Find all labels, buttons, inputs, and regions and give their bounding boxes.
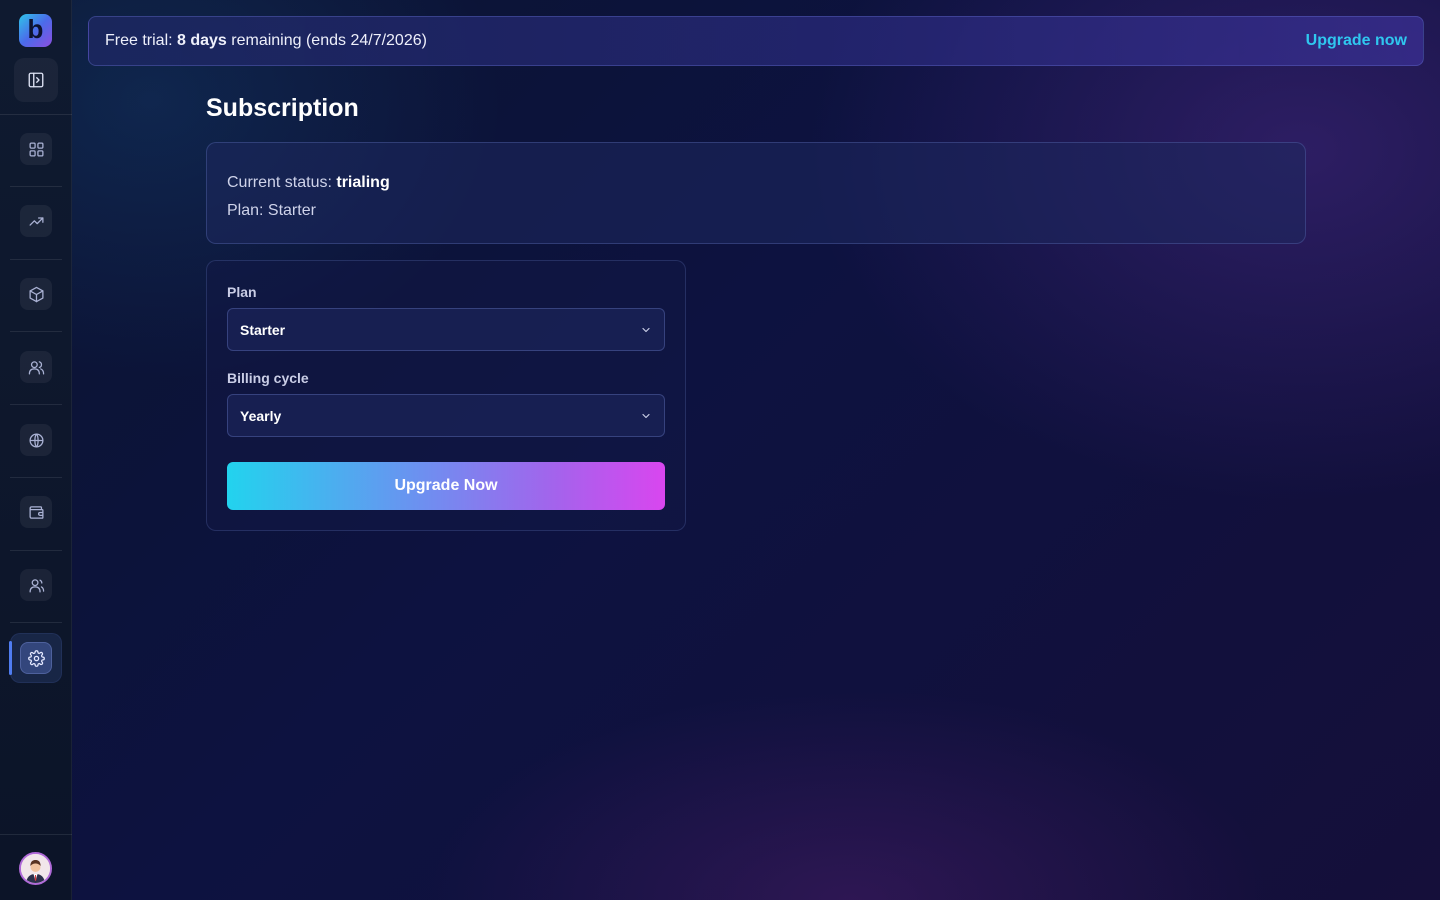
sidebar-divider [10, 622, 62, 623]
plan-label: Plan [227, 284, 257, 300]
billing-cycle-label: Billing cycle [227, 370, 309, 386]
trial-banner: Free trial: 8 days remaining (ends 24/7/… [88, 16, 1424, 66]
sidebar-toggle-button[interactable] [14, 58, 58, 102]
plan-select-value: Starter [240, 321, 286, 338]
sidebar-divider [0, 834, 72, 835]
sidebar-divider [10, 186, 62, 187]
chevron-down-icon [642, 327, 650, 332]
sidebar-item-products[interactable] [20, 278, 52, 310]
sidebar-toggle-icon [28, 72, 44, 88]
grid-icon [28, 141, 44, 157]
sidebar-item-customers[interactable] [20, 351, 52, 383]
trial-prefix: Free trial: [105, 32, 178, 49]
page-title: Subscription [206, 94, 359, 122]
app-logo[interactable]: b [19, 14, 52, 47]
sidebar-active-indicator [9, 641, 12, 675]
upgrade-now-button[interactable]: Upgrade Now [227, 462, 665, 510]
trial-days-remaining: 8 days [177, 32, 227, 49]
sidebar-item-settings[interactable] [20, 642, 52, 674]
globe-icon [28, 432, 44, 448]
sidebar: b [0, 0, 72, 900]
users-icon [28, 360, 44, 375]
sidebar-divider [10, 404, 62, 405]
sidebar-divider [10, 259, 62, 260]
status-label: Current status: [227, 174, 337, 191]
sidebar-divider [10, 550, 62, 551]
avatar-portrait-icon [21, 854, 50, 883]
wallet-icon [28, 505, 44, 519]
team-icon [28, 578, 44, 593]
billing-cycle-select[interactable]: Yearly [227, 394, 665, 437]
sidebar-divider [10, 477, 62, 478]
billing-cycle-value: Yearly [240, 407, 282, 424]
plan-line: Plan: Starter [227, 202, 316, 219]
sidebar-divider [10, 331, 62, 332]
sidebar-item-dashboard[interactable] [20, 133, 52, 165]
trial-end-date: remaining (ends 24/7/2026) [226, 32, 427, 49]
upgrade-now-link[interactable]: Upgrade now [1306, 32, 1407, 50]
trial-banner-text: Free trial: 8 days remaining (ends 24/7/… [105, 32, 427, 50]
status-value: trialing [336, 174, 390, 191]
logo-letter: b [27, 14, 44, 44]
status-line: Current status: trialing [227, 169, 1285, 197]
sidebar-item-analytics[interactable] [20, 205, 52, 237]
sidebar-divider [0, 114, 72, 115]
subscription-status-card: Current status: trialing Plan: Starter [206, 142, 1306, 244]
plan-form-card: Plan Starter Billing cycle Yearly Upgrad… [206, 260, 686, 531]
sidebar-item-wallet[interactable] [20, 496, 52, 528]
box-icon [28, 286, 44, 302]
sidebar-item-team[interactable] [20, 569, 52, 601]
chevron-down-icon [642, 413, 650, 418]
user-avatar[interactable] [19, 852, 52, 885]
sidebar-item-web[interactable] [20, 424, 52, 456]
trending-up-icon [28, 216, 44, 226]
plan-select[interactable]: Starter [227, 308, 665, 351]
gear-icon [27, 649, 45, 667]
